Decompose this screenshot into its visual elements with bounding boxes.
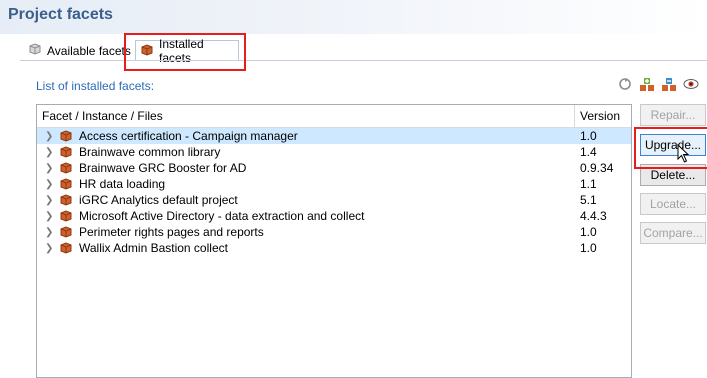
expand-chevron-icon[interactable]: ❯ xyxy=(45,131,55,142)
column-header-version[interactable]: Version xyxy=(575,105,631,127)
tab-available-facets[interactable]: Available facets xyxy=(24,40,136,61)
expand-chevron-icon[interactable]: ❯ xyxy=(45,179,55,190)
facet-icon xyxy=(59,145,73,159)
highlight-box xyxy=(634,127,707,169)
add-facet-icon[interactable] xyxy=(639,76,655,92)
table-row[interactable]: ❯ iGRC Analytics default project 5.1 xyxy=(37,192,631,208)
table-row[interactable]: ❯ Access certification - Campaign manager… xyxy=(37,128,631,144)
expand-chevron-icon[interactable]: ❯ xyxy=(45,195,55,206)
facet-icon xyxy=(59,209,73,223)
list-label: List of installed facets: xyxy=(36,79,155,93)
table-body: ❯ Access certification - Campaign manager… xyxy=(37,128,631,256)
facet-name: Brainwave common library xyxy=(79,145,221,159)
facet-cell: ❯ Brainwave common library xyxy=(37,145,575,159)
mouse-cursor-icon xyxy=(677,143,691,167)
facet-gray-icon xyxy=(28,42,42,59)
facet-name: Access certification - Campaign manager xyxy=(79,129,298,143)
expand-chevron-icon[interactable]: ❯ xyxy=(45,211,55,222)
remove-facet-icon[interactable] xyxy=(661,76,677,92)
facet-name: Perimeter rights pages and reports xyxy=(79,225,264,239)
facet-version: 5.1 xyxy=(580,193,597,207)
facet-icon xyxy=(59,177,73,191)
view-icon[interactable] xyxy=(683,76,699,92)
expand-chevron-icon[interactable]: ❯ xyxy=(45,147,55,158)
facet-name: Brainwave GRC Booster for AD xyxy=(79,161,247,175)
expand-chevron-icon[interactable]: ❯ xyxy=(45,227,55,238)
facet-name: Wallix Admin Bastion collect xyxy=(79,241,228,255)
facet-cell: ❯ HR data loading xyxy=(37,177,575,191)
table-row[interactable]: ❯ HR data loading 1.1 xyxy=(37,176,631,192)
facet-icon xyxy=(59,129,73,143)
facet-name: Microsoft Active Directory - data extrac… xyxy=(79,209,365,223)
installed-facets-table: Facet / Instance / Files Version ❯ Access… xyxy=(36,104,632,378)
facet-name: HR data loading xyxy=(79,177,166,191)
facet-version: 1.0 xyxy=(580,129,597,143)
refresh-icon[interactable] xyxy=(617,76,633,92)
facet-icon xyxy=(59,241,73,255)
facet-version: 0.9.34 xyxy=(580,161,614,175)
table-row[interactable]: ❯ Microsoft Active Directory - data extra… xyxy=(37,208,631,224)
facet-name: iGRC Analytics default project xyxy=(79,193,238,207)
column-header-facet[interactable]: Facet / Instance / Files xyxy=(37,105,575,127)
facet-icon xyxy=(59,225,73,239)
facet-version: 4.4.3 xyxy=(580,209,607,223)
table-row[interactable]: ❯ Brainwave common library 1.4 xyxy=(37,144,631,160)
toolbar xyxy=(617,76,699,92)
facet-cell: ❯ Wallix Admin Bastion collect xyxy=(37,241,575,255)
locate-button[interactable]: Locate... xyxy=(640,193,706,215)
table-row[interactable]: ❯ Wallix Admin Bastion collect 1.0 xyxy=(37,240,631,256)
expand-chevron-icon[interactable]: ❯ xyxy=(45,163,55,174)
facet-icon xyxy=(59,193,73,207)
table-header: Facet / Instance / Files Version xyxy=(37,105,631,128)
page-title: Project facets xyxy=(8,6,113,23)
compare-button[interactable]: Compare... xyxy=(640,222,706,244)
facet-cell: ❯ Brainwave GRC Booster for AD xyxy=(37,161,575,175)
facet-cell: ❯ Microsoft Active Directory - data extra… xyxy=(37,209,575,223)
table-row[interactable]: ❯ Brainwave GRC Booster for AD 0.9.34 xyxy=(37,160,631,176)
facet-cell: ❯ Access certification - Campaign manager xyxy=(37,129,575,143)
expand-chevron-icon[interactable]: ❯ xyxy=(45,243,55,254)
table-row[interactable]: ❯ Perimeter rights pages and reports 1.0 xyxy=(37,224,631,240)
repair-button[interactable]: Repair... xyxy=(640,104,706,126)
facet-version: 1.0 xyxy=(580,225,597,239)
facet-icon xyxy=(59,161,73,175)
highlight-box xyxy=(124,33,246,71)
facet-cell: ❯ Perimeter rights pages and reports xyxy=(37,225,575,239)
facet-version: 1.4 xyxy=(580,145,597,159)
facet-cell: ❯ iGRC Analytics default project xyxy=(37,193,575,207)
tab-label: Available facets xyxy=(47,43,131,58)
facet-version: 1.1 xyxy=(580,177,597,191)
facet-version: 1.0 xyxy=(580,241,597,255)
